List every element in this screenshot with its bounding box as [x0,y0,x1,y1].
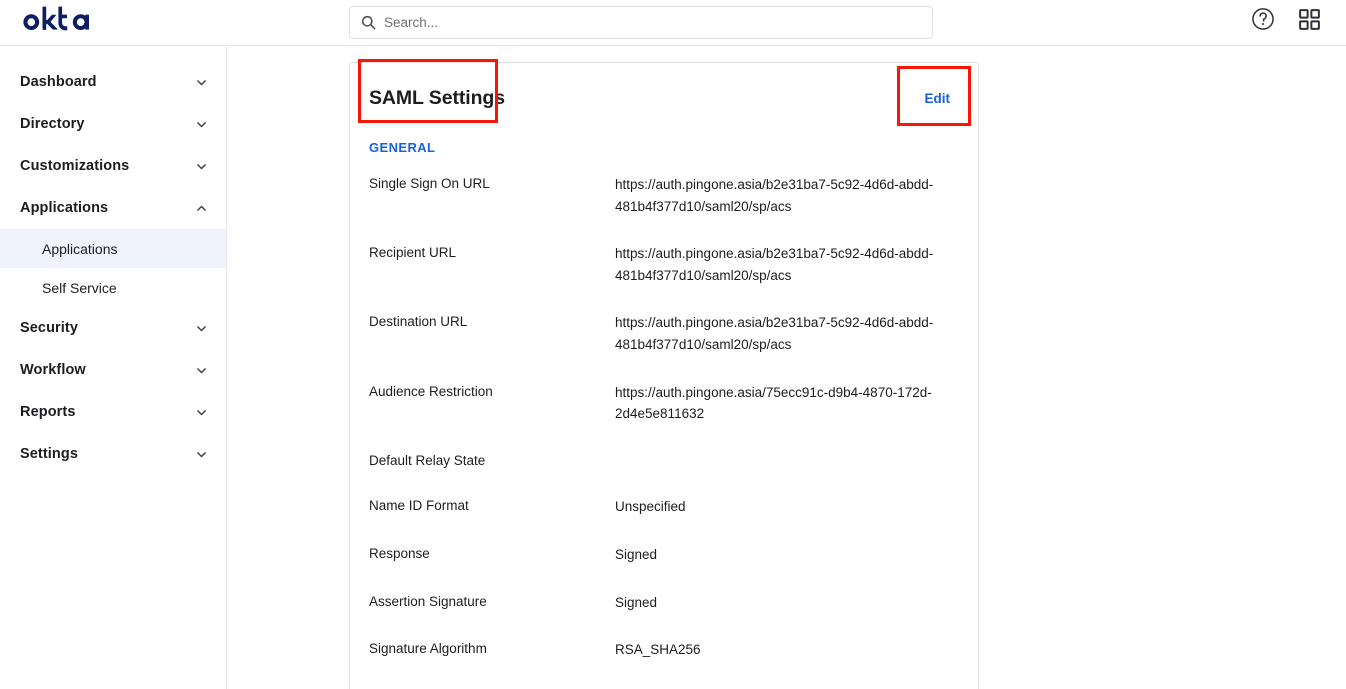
field-row: Default Relay State [369,438,959,484]
sidebar-item-label: Workflow [20,362,86,378]
field-value: https://auth.pingone.asia/75ecc91c-d9b4-… [615,382,935,425]
search-icon [360,15,376,31]
chevron-down-icon [195,118,208,131]
sidebar-item-label: Dashboard [20,74,97,90]
chevron-down-icon [195,448,208,461]
field-label: Recipient URL [369,243,615,263]
field-row: Signature Algorithm RSA_SHA256 [369,626,959,674]
field-label: Name ID Format [369,496,615,516]
field-label: Signature Algorithm [369,639,615,659]
field-row: Recipient URL https://auth.pingone.asia/… [369,230,959,299]
chevron-down-icon [195,160,208,173]
sidebar-item-label: Security [20,320,78,336]
chevron-down-icon [195,406,208,419]
sidebar-item-workflow[interactable]: Workflow [0,349,226,391]
field-value: Unspecified [615,496,935,518]
field-row: Name ID Format Unspecified [369,483,959,531]
sidebar-item-dashboard[interactable]: Dashboard [0,61,226,103]
field-label: Audience Restriction [369,382,615,402]
sidebar-subitem-self-service[interactable]: Self Service [0,268,226,307]
sidebar-item-settings[interactable]: Settings [0,433,226,475]
chevron-up-icon [195,202,208,215]
sidebar-item-security[interactable]: Security [0,307,226,349]
field-value: RSA_SHA256 [615,639,935,661]
field-row: Audience Restriction https://auth.pingon… [369,369,959,438]
field-label: Assertion Signature [369,592,615,612]
field-label: Response [369,544,615,564]
saml-settings-fields: Single Sign On URL https://auth.pingone.… [350,161,978,689]
sidebar-item-label: Reports [20,404,76,420]
field-value: Signed [615,592,935,614]
field-value: Signed [615,544,935,566]
okta-logo[interactable] [20,6,94,38]
card-header: SAML Settings Edit [350,63,978,133]
sidebar-item-customizations[interactable]: Customizations [0,145,226,187]
field-value: https://auth.pingone.asia/b2e31ba7-5c92-… [615,174,935,217]
sidebar-item-label: Customizations [20,158,129,174]
page-title: SAML Settings [369,87,505,110]
field-label: Default Relay State [369,451,615,471]
sidebar-item-label: Applications [20,200,108,216]
field-value: https://auth.pingone.asia/b2e31ba7-5c92-… [615,243,935,286]
field-label: Destination URL [369,312,615,332]
field-row: Destination URL https://auth.pingone.asi… [369,299,959,368]
sidebar-subitem-label: Self Service [42,280,117,296]
chevron-down-icon [195,364,208,377]
saml-settings-card: SAML Settings Edit GENERAL Single Sign O… [349,62,979,689]
chevron-down-icon [195,322,208,335]
search-bar[interactable] [349,6,933,39]
field-row: Digest Algorithm SHA256 [369,674,959,689]
field-value: https://auth.pingone.asia/b2e31ba7-5c92-… [615,312,935,355]
sidebar-subitem-label: Applications [42,241,118,257]
section-header-general: GENERAL [350,140,978,155]
apps-grid-icon[interactable] [1294,4,1324,34]
sidebar-subitem-applications[interactable]: Applications [0,229,226,268]
field-label: Single Sign On URL [369,174,615,194]
sidebar-item-directory[interactable]: Directory [0,103,226,145]
top-bar [0,0,1346,46]
sidebar-item-applications[interactable]: Applications [0,187,226,229]
sidebar-item-label: Directory [20,116,85,132]
field-row: Response Signed [369,531,959,579]
topbar-actions [1248,4,1324,34]
search-input[interactable] [384,15,922,30]
help-circle-icon[interactable] [1248,4,1278,34]
edit-button[interactable]: Edit [925,91,951,106]
main-content: SAML Settings Edit GENERAL Single Sign O… [228,47,1346,689]
sidebar-navigation: Dashboard Directory Customizations Appli… [0,47,227,689]
field-row: Single Sign On URL https://auth.pingone.… [369,161,959,230]
chevron-down-icon [195,76,208,89]
field-row: Assertion Signature Signed [369,579,959,627]
sidebar-item-reports[interactable]: Reports [0,391,226,433]
sidebar-item-label: Settings [20,446,78,462]
